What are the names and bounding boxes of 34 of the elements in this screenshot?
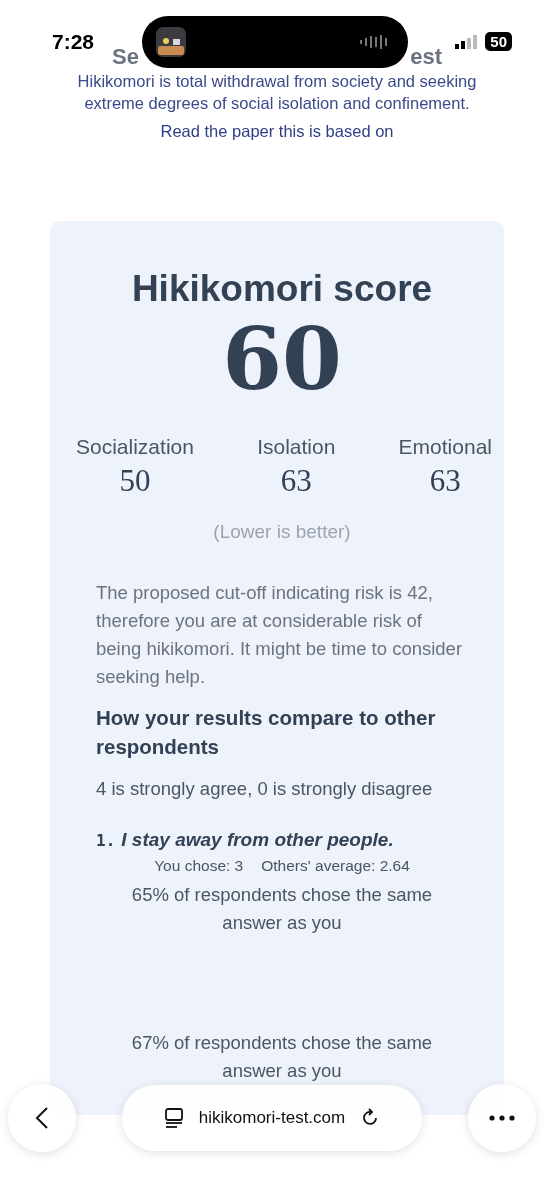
- app-icon: [156, 27, 186, 57]
- question-number: 1.: [96, 831, 116, 850]
- battery-level: 50: [485, 32, 512, 51]
- subscore-value: 50: [119, 463, 151, 499]
- status-time: 7:28: [52, 30, 95, 54]
- same-answer-text: 65% of respondents chose the same answer as you: [130, 883, 434, 935]
- subscore-label: Emotional: [398, 435, 492, 459]
- subscore-label: Socialization: [76, 435, 194, 459]
- back-button[interactable]: [8, 1084, 76, 1152]
- your-answer: You chose: 3: [154, 857, 244, 875]
- paper-link[interactable]: Read the paper this is based on: [160, 122, 394, 141]
- more-icon: [489, 1115, 515, 1121]
- score-value: 60: [221, 311, 343, 407]
- signal-icon: [455, 33, 480, 50]
- subscore-label: Isolation: [257, 435, 336, 459]
- waveform-icon: [360, 35, 388, 49]
- average-answer: Others' average: 2.64: [261, 857, 410, 875]
- score-title: Hikikomori score: [130, 267, 434, 311]
- question-text: I stay away from other people.: [121, 829, 394, 851]
- page-title: Se: [112, 44, 139, 70]
- tabs-icon: [162, 1107, 185, 1129]
- explanation-text: The proposed cut-off indicating risk is 42, therefore you are at considerable risk of being hikikomori. It might be time to consider seeking help.: [96, 581, 464, 689]
- back-icon: [35, 1106, 49, 1130]
- same-answer-text: 67% of respondents chose the same answer as you: [130, 1031, 434, 1083]
- section-heading: How your results compare to other respondents: [96, 705, 437, 760]
- address-bar[interactable]: hikikomori-test.com: [122, 1085, 422, 1151]
- page-title: est: [410, 44, 442, 70]
- scale-text: 4 is strongly agree, 0 is strongly disagree: [96, 777, 434, 801]
- intro-text: Hikikomori is total withdrawal from society and seeking extreme degrees of social isolation and confinement.: [76, 71, 478, 114]
- more-button[interactable]: [468, 1084, 536, 1152]
- url-text: hikikomori-test.com: [198, 1108, 346, 1128]
- subscore-value: 63: [280, 463, 312, 499]
- hint-text: (Lower is better): [212, 521, 352, 543]
- subscore-value: 63: [429, 463, 461, 499]
